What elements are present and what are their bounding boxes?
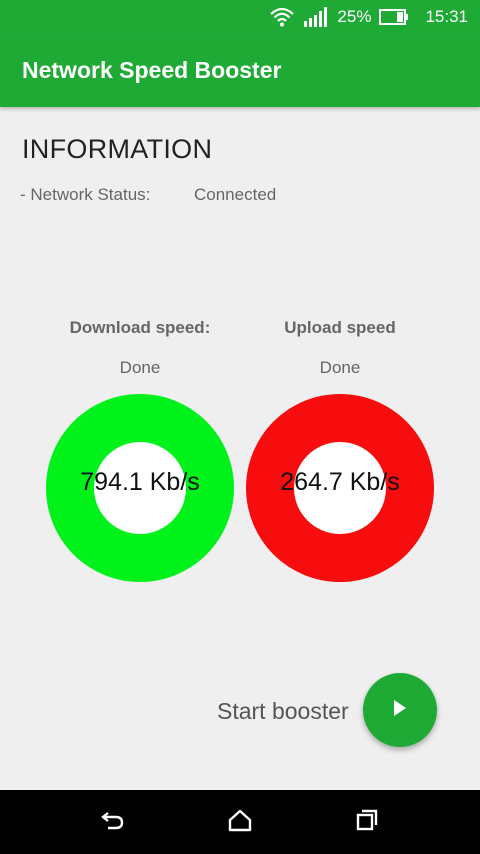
recents-icon xyxy=(355,808,379,837)
app-title: Network Speed Booster xyxy=(22,57,282,83)
download-gauge-header: Download speed: Done xyxy=(40,318,240,382)
battery-icon xyxy=(379,9,409,25)
upload-state: Done xyxy=(319,358,361,377)
info-heading: INFORMATION xyxy=(22,134,213,164)
battery-percent: 25% xyxy=(337,7,372,26)
status-bar: 25% 15:31 xyxy=(0,0,480,34)
wifi-icon xyxy=(269,6,295,28)
download-state: Done xyxy=(119,358,161,377)
network-status-value: Connected xyxy=(194,185,277,204)
upload-title: Upload speed xyxy=(284,318,396,337)
recents-button[interactable] xyxy=(343,798,391,846)
download-title: Download speed: xyxy=(69,318,211,337)
upload-value: 264.7 Kb/s xyxy=(280,468,400,496)
home-icon xyxy=(227,808,253,837)
start-booster-label: Start booster xyxy=(217,698,349,724)
download-value: 794.1 Kb/s xyxy=(80,468,200,496)
nav-bar xyxy=(0,790,480,854)
signal-icon xyxy=(303,7,329,27)
upload-gauge-header: Upload speed Done xyxy=(240,318,440,382)
network-status-row: - Network Status: Connected xyxy=(20,185,276,205)
back-icon xyxy=(100,809,126,836)
home-button[interactable] xyxy=(216,798,264,846)
start-booster-button[interactable] xyxy=(363,673,437,747)
status-time: 15:31 xyxy=(425,7,468,26)
play-icon xyxy=(391,698,409,723)
back-button[interactable] xyxy=(89,798,137,846)
network-status-label: - Network Status: xyxy=(20,185,151,204)
app-bar: Network Speed Booster xyxy=(0,34,480,107)
